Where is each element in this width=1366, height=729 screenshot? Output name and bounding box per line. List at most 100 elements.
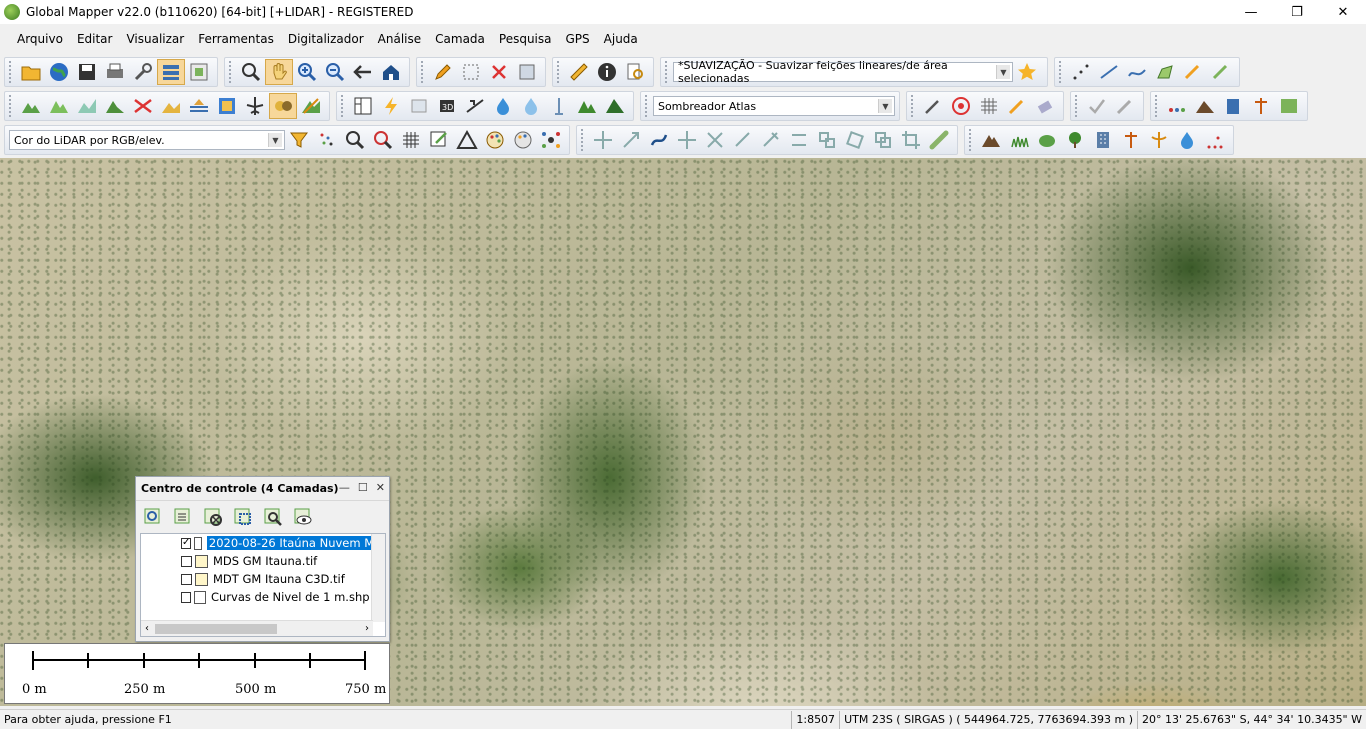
- edit-vertices-icon[interactable]: [1179, 59, 1207, 85]
- filter-icon[interactable]: [285, 127, 313, 153]
- lidar-surface-icon[interactable]: [1275, 93, 1303, 119]
- create-line-icon[interactable]: [1095, 59, 1123, 85]
- smoothing-select[interactable]: *SUAVIZAÇÃO - Suavizar feições lineares/…: [673, 59, 1013, 85]
- power-pole-icon[interactable]: [1117, 127, 1145, 153]
- menu-camada[interactable]: Camada: [428, 32, 492, 46]
- menu-visualizar[interactable]: Visualizar: [119, 32, 191, 46]
- layer-row[interactable]: Curvas de Nivel de 1 m.shp [1: [141, 588, 385, 606]
- lidar-search-icon[interactable]: [341, 127, 369, 153]
- panel-close-icon[interactable]: ✕: [376, 481, 385, 494]
- building-icon[interactable]: [1219, 93, 1247, 119]
- control-center-icon[interactable]: [157, 59, 185, 85]
- rotate-icon[interactable]: [841, 127, 869, 153]
- create-area-icon[interactable]: [1151, 59, 1179, 85]
- combine-icon[interactable]: [813, 127, 841, 153]
- print-icon[interactable]: [101, 59, 129, 85]
- path-profile-icon[interactable]: [461, 93, 489, 119]
- menu-editar[interactable]: Editar: [70, 32, 120, 46]
- scale-icon[interactable]: [701, 127, 729, 153]
- pan-hand-icon[interactable]: [265, 59, 293, 85]
- water-class-icon[interactable]: [1173, 127, 1201, 153]
- view-shed-icon[interactable]: [73, 93, 101, 119]
- lightning-icon[interactable]: [377, 93, 405, 119]
- cut-fill-icon[interactable]: [129, 93, 157, 119]
- powerline-icon[interactable]: [1247, 93, 1275, 119]
- ground-icon[interactable]: [1191, 93, 1219, 119]
- lidar-draw-icon[interactable]: [919, 93, 947, 119]
- delete-feature-icon[interactable]: [485, 59, 513, 85]
- lidar-edit-icon[interactable]: [425, 127, 453, 153]
- lidar-tower-icon[interactable]: [545, 93, 573, 119]
- feature-info-icon[interactable]: [513, 59, 541, 85]
- add-vertex-icon[interactable]: [729, 127, 757, 153]
- watershed-icon[interactable]: [157, 93, 185, 119]
- shader-select[interactable]: Sombreador Atlas ▼: [652, 96, 895, 116]
- zoom-tool-icon[interactable]: [237, 59, 265, 85]
- pencil-icon[interactable]: [429, 59, 457, 85]
- zoom-out-icon[interactable]: [321, 59, 349, 85]
- menu-digitalizador[interactable]: Digitalizador: [281, 32, 371, 46]
- home-icon[interactable]: [377, 59, 405, 85]
- terrain-profile-icon[interactable]: [45, 93, 73, 119]
- create-curve-icon[interactable]: [1123, 59, 1151, 85]
- delete-vertex-icon[interactable]: [757, 127, 785, 153]
- scroll-left-icon[interactable]: ‹: [145, 623, 149, 634]
- resize-icon[interactable]: [617, 127, 645, 153]
- eraser-icon[interactable]: [1031, 93, 1059, 119]
- scroll-thumb[interactable]: [155, 624, 277, 634]
- lidar-grid-icon[interactable]: [397, 127, 425, 153]
- move-vertex-icon[interactable]: [673, 127, 701, 153]
- panel-maximize-icon[interactable]: ☐: [358, 481, 368, 494]
- menu-pesquisa[interactable]: Pesquisa: [492, 32, 559, 46]
- raster-calculator-icon[interactable]: [213, 93, 241, 119]
- split-icon[interactable]: [785, 127, 813, 153]
- scroll-right-icon[interactable]: ›: [365, 623, 369, 634]
- crop-icon[interactable]: [897, 127, 925, 153]
- move-icon[interactable]: [589, 127, 617, 153]
- open-folder-icon[interactable]: [17, 59, 45, 85]
- water-level-icon[interactable]: [185, 93, 213, 119]
- 3d-view-icon[interactable]: 3D: [433, 93, 461, 119]
- layer-row[interactable]: MDT GM Itauna C3D.tif: [141, 570, 385, 588]
- point-cloud-icon[interactable]: [1163, 93, 1191, 119]
- back-arrow-icon[interactable]: [349, 59, 377, 85]
- buffer-icon[interactable]: [925, 127, 953, 153]
- target-icon[interactable]: [947, 93, 975, 119]
- lidar-color-select[interactable]: Cor do LiDAR por RGB/elev. ▼: [9, 130, 285, 150]
- horizontal-scrollbar[interactable]: ‹ ›: [141, 620, 373, 636]
- lidar-select-icon[interactable]: [369, 127, 397, 153]
- star-icon[interactable]: [1013, 59, 1041, 85]
- globe-icon[interactable]: [45, 59, 73, 85]
- palette-icon[interactable]: [481, 127, 509, 153]
- classify-icon[interactable]: [1111, 93, 1139, 119]
- menu-ajuda[interactable]: Ajuda: [597, 32, 645, 46]
- layer-options-icon[interactable]: [172, 506, 194, 528]
- reshape-icon[interactable]: [645, 127, 673, 153]
- metadata-icon[interactable]: [232, 506, 254, 528]
- draw-freehand-icon[interactable]: [1207, 59, 1235, 85]
- layer-checkbox[interactable]: ✓: [181, 537, 192, 549]
- measure-ruler-icon[interactable]: [565, 59, 593, 85]
- open-data-icon[interactable]: [142, 506, 164, 528]
- overview-map-icon[interactable]: [185, 59, 213, 85]
- select-rectangle-icon[interactable]: [457, 59, 485, 85]
- lidar-points-icon[interactable]: [313, 127, 341, 153]
- noise-icon[interactable]: [1201, 127, 1229, 153]
- airplane-icon[interactable]: [241, 93, 269, 119]
- save-icon[interactable]: [73, 59, 101, 85]
- wrench-icon[interactable]: [129, 59, 157, 85]
- info-icon[interactable]: [593, 59, 621, 85]
- menu-arquivo[interactable]: Arquivo: [10, 32, 70, 46]
- menu-analise[interactable]: Análise: [371, 32, 428, 46]
- medium-vegetation-icon[interactable]: [1033, 127, 1061, 153]
- ground-class-icon[interactable]: [977, 127, 1005, 153]
- minimize-button[interactable]: —: [1228, 0, 1274, 24]
- grid-icon[interactable]: [975, 93, 1003, 119]
- zoom-in-icon[interactable]: [293, 59, 321, 85]
- layer-checkbox[interactable]: [181, 555, 192, 567]
- wire-icon[interactable]: [1145, 127, 1173, 153]
- split-view-icon[interactable]: [405, 93, 433, 119]
- panels-icon[interactable]: [349, 93, 377, 119]
- menu-ferramentas[interactable]: Ferramentas: [191, 32, 281, 46]
- network-icon[interactable]: [537, 127, 565, 153]
